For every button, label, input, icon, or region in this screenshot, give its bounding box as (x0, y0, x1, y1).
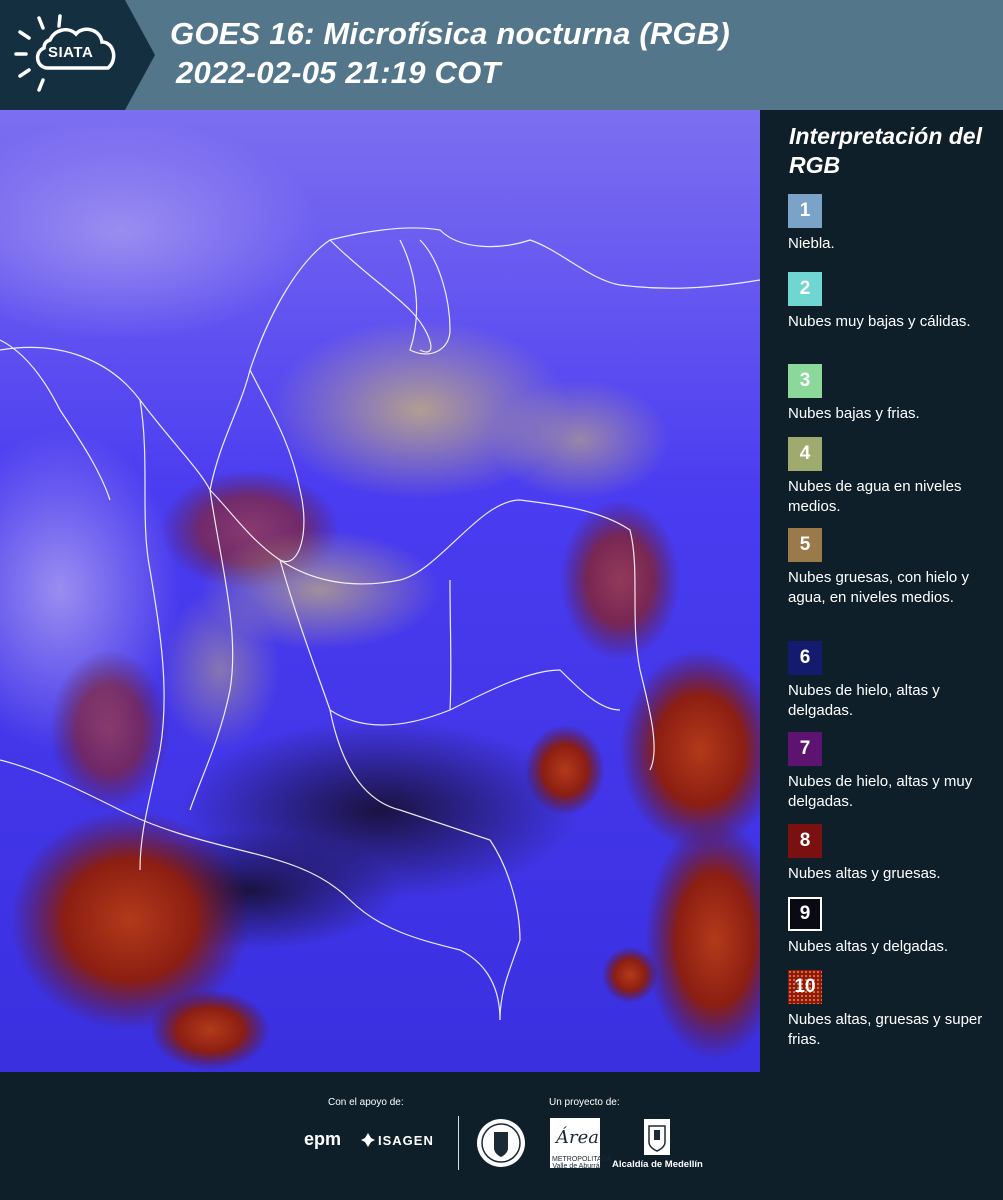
page-timestamp: 2022-02-05 21:19 COT (176, 55, 501, 90)
legend-swatch: 8 (788, 824, 822, 858)
legend-swatch: 5 (788, 528, 822, 562)
legend-label: Nubes altas y gruesas. (788, 865, 941, 882)
legend-label: Nubes muy bajas y cálidas. (788, 313, 971, 330)
legend-item: 6 Nubes de hielo, altas y delgadas. (788, 641, 988, 721)
legend-item: 8 Nubes altas y gruesas. (788, 824, 988, 884)
legend-item: 7 Nubes de hielo, altas y muy delgadas. (788, 732, 988, 812)
logo-panel: SIATA (0, 0, 125, 110)
legend-swatch: 2 (788, 272, 822, 306)
legend-swatch: 10 (788, 970, 822, 1004)
area-metropolitana-sub: METROPOLITANA Valle de Aburrá (552, 1156, 612, 1170)
legend-swatch: 6 (788, 641, 822, 675)
header-bar: SIATA GOES 16: Microfísica nocturna (RGB… (0, 0, 1003, 110)
legend-label: Nubes altas, gruesas y super frias. (788, 1011, 983, 1048)
legend-label: Nubes de hielo, altas y muy delgadas. (788, 773, 973, 810)
alcaldia-seal-icon (644, 1119, 670, 1155)
university-seal-icon (477, 1119, 525, 1167)
legend-label: Niebla. (788, 235, 835, 252)
satellite-rgb-composite-map (0, 110, 760, 1072)
legend-item: 10 Nubes altas, gruesas y super frias. (788, 970, 988, 1050)
legend-label: Nubes bajas y frias. (788, 405, 920, 422)
page-title: GOES 16: Microfísica nocturna (RGB) (170, 16, 730, 51)
legend-label: Nubes de hielo, altas y delgadas. (788, 682, 940, 719)
legend-item: 2 Nubes muy bajas y cálidas. (788, 272, 988, 332)
support-label: Con el apoyo de: (328, 1097, 404, 1108)
logo-arrow (125, 0, 155, 110)
satellite-map (0, 110, 760, 1072)
area-metropolitana-text: Área (556, 1127, 599, 1148)
legend-swatch: 7 (788, 732, 822, 766)
isagen-logo-icon (361, 1133, 375, 1147)
project-label: Un proyecto de: (549, 1097, 620, 1108)
legend-swatch: 3 (788, 364, 822, 398)
epm-logo: epm (304, 1129, 342, 1149)
alcaldia-text: Alcaldía de Medellín (612, 1159, 703, 1170)
siata-logo-text: SIATA (48, 44, 94, 61)
legend-item: 4 Nubes de agua en niveles medios. (788, 437, 988, 517)
legend-item: 3 Nubes bajas y frias. (788, 364, 988, 424)
legend-swatch: 4 (788, 437, 822, 471)
legend-swatch: 9 (788, 897, 822, 931)
legend-item: 1 Niebla. (788, 194, 988, 254)
legend-swatch: 1 (788, 194, 822, 228)
legend-item: 5 Nubes gruesas, con hielo y agua, en ni… (788, 528, 988, 608)
legend-label: Nubes gruesas, con hielo y agua, en nive… (788, 569, 969, 606)
legend-label: Nubes de agua en niveles medios. (788, 478, 962, 515)
legend-item: 9 Nubes altas y delgadas. (788, 897, 988, 957)
footer: Con el apoyo de: Un proyecto de: epm ISA… (0, 1072, 1003, 1200)
legend-panel: Interpretación del RGB 1 Niebla. 2 Nubes… (760, 110, 1003, 1072)
footer-divider (458, 1116, 459, 1170)
legend-title: Interpretación del RGB (789, 123, 982, 178)
legend-label: Nubes altas y delgadas. (788, 938, 949, 955)
isagen-logo: ISAGEN (378, 1133, 434, 1148)
